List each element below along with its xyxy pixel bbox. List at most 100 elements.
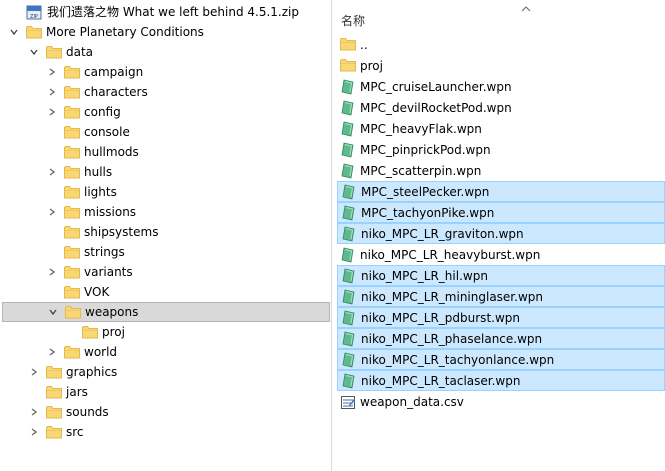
folder-icon (64, 265, 80, 279)
file-list-item[interactable]: niko_MPC_LR_hil.wpn (337, 265, 665, 286)
file-list-pane[interactable]: 名称 .. proj MPC_cruiseLauncher.wpn MPC_devil… (333, 0, 665, 471)
svg-text:ZIP: ZIP (30, 14, 38, 20)
tree-item-more-planetary-conditions[interactable]: More Planetary Conditions (2, 22, 330, 42)
tree-item-world[interactable]: world (2, 342, 330, 362)
file-list-item[interactable]: weapon_data.csv (337, 391, 665, 412)
folder-tree-pane[interactable]: ZIP 我们遗落之物 What we left behind 4.5.1.zip M… (0, 0, 332, 471)
file-list-item[interactable]: niko_MPC_LR_graviton.wpn (337, 223, 665, 244)
file-name: niko_MPC_LR_heavyburst.wpn (360, 247, 541, 262)
tree-item-label: characters (84, 85, 148, 99)
tree-item-label: proj (102, 325, 125, 339)
file-list-item[interactable]: MPC_devilRocketPod.wpn (337, 97, 665, 118)
column-header-name[interactable]: 名称 (341, 13, 365, 29)
tree-item-sounds[interactable]: sounds (2, 402, 330, 422)
file-list-item[interactable]: niko_MPC_LR_taclaser.wpn (337, 370, 665, 391)
tree-item-campaign[interactable]: campaign (2, 62, 330, 82)
tree-item-label: shipsystems (84, 225, 159, 239)
chevron-right-icon[interactable] (28, 426, 40, 438)
wpn-file-icon (341, 373, 357, 389)
file-name: MPC_scatterpin.wpn (360, 163, 482, 178)
tree-item-label: src (66, 425, 84, 439)
wpn-file-icon (340, 163, 356, 179)
tree-item-src[interactable]: src (2, 422, 330, 442)
tree-item-lights[interactable]: lights (2, 182, 330, 202)
wpn-file-icon (340, 247, 356, 263)
folder-list-item[interactable]: .. (337, 34, 665, 55)
chevron-right-icon[interactable] (46, 86, 58, 98)
folder-icon (340, 37, 356, 53)
tree-item-what-we-left-behind-4-5-1-zip[interactable]: ZIP 我们遗落之物 What we left behind 4.5.1.zip (2, 2, 330, 22)
folder-icon (64, 285, 80, 299)
chevron-right-icon[interactable] (46, 206, 58, 218)
file-name: .. (360, 37, 368, 52)
tree-item-label: sounds (66, 405, 109, 419)
file-name: MPC_pinprickPod.wpn (360, 142, 491, 157)
chevron-right-icon[interactable] (46, 106, 58, 118)
folder-icon (64, 225, 80, 239)
folder-icon (26, 25, 42, 39)
folder-icon (64, 85, 80, 99)
wpn-file-icon (341, 310, 357, 326)
tree-item-weapons[interactable]: weapons (2, 302, 330, 322)
tree-item-hullmods[interactable]: hullmods (2, 142, 330, 162)
tree-item-console[interactable]: console (2, 122, 330, 142)
chevron-right-icon[interactable] (46, 266, 58, 278)
tree-item-missions[interactable]: missions (2, 202, 330, 222)
folder-list-item[interactable]: proj (337, 55, 665, 76)
folder-icon (64, 185, 80, 199)
tree-item-data[interactable]: data (2, 42, 330, 62)
chevron-right-icon[interactable] (46, 66, 58, 78)
csv-file-icon (340, 394, 356, 410)
tree-item-label: hullmods (84, 145, 139, 159)
chevron-placeholder (46, 286, 58, 298)
tree-item-characters[interactable]: characters (2, 82, 330, 102)
chevron-right-icon[interactable] (28, 366, 40, 378)
file-list-item[interactable]: MPC_pinprickPod.wpn (337, 139, 665, 160)
file-list-item[interactable]: MPC_steelPecker.wpn (337, 181, 665, 202)
chevron-placeholder (8, 6, 20, 18)
file-list-item[interactable]: niko_MPC_LR_mininglaser.wpn (337, 286, 665, 307)
file-list-item[interactable]: MPC_heavyFlak.wpn (337, 118, 665, 139)
wpn-file-icon (341, 226, 357, 242)
chevron-placeholder (28, 386, 40, 398)
file-list-item[interactable]: niko_MPC_LR_pdburst.wpn (337, 307, 665, 328)
zip-archive-icon: ZIP (26, 4, 42, 20)
file-name: proj (360, 58, 383, 73)
chevron-right-icon[interactable] (46, 166, 58, 178)
tree-item-strings[interactable]: strings (2, 242, 330, 262)
tree-item-label: VOK (84, 285, 110, 299)
file-name: niko_MPC_LR_tachyonlance.wpn (361, 352, 555, 367)
tree-item-label: hulls (84, 165, 113, 179)
file-name: niko_MPC_LR_mininglaser.wpn (361, 289, 543, 304)
chevron-right-icon[interactable] (46, 346, 58, 358)
tree-item-graphics[interactable]: graphics (2, 362, 330, 382)
folder-icon (82, 325, 98, 339)
wpn-file-icon (340, 142, 356, 158)
chevron-right-icon[interactable] (28, 406, 40, 418)
tree-item-config[interactable]: config (2, 102, 330, 122)
wpn-file-icon (340, 100, 356, 116)
tree-item-vok[interactable]: VOK (2, 282, 330, 302)
chevron-placeholder (64, 326, 76, 338)
tree-item-hulls[interactable]: hulls (2, 162, 330, 182)
chevron-down-icon[interactable] (28, 46, 40, 58)
chevron-down-icon[interactable] (47, 306, 59, 318)
tree-item-jars[interactable]: jars (2, 382, 330, 402)
tree-item-variants[interactable]: variants (2, 262, 330, 282)
chevron-placeholder (46, 186, 58, 198)
file-name: niko_MPC_LR_phaselance.wpn (361, 331, 543, 346)
folder-icon (64, 145, 80, 159)
tree-item-label: strings (84, 245, 125, 259)
list-header: 名称 (333, 0, 665, 30)
folder-icon (46, 385, 62, 399)
tree-item-proj[interactable]: proj (2, 322, 330, 342)
file-list-item[interactable]: MPC_cruiseLauncher.wpn (337, 76, 665, 97)
wpn-file-icon (340, 121, 356, 137)
file-list-item[interactable]: MPC_tachyonPike.wpn (337, 202, 665, 223)
file-list-item[interactable]: niko_MPC_LR_tachyonlance.wpn (337, 349, 665, 370)
file-list-item[interactable]: niko_MPC_LR_phaselance.wpn (337, 328, 665, 349)
file-list-item[interactable]: MPC_scatterpin.wpn (337, 160, 665, 181)
file-list-item[interactable]: niko_MPC_LR_heavyburst.wpn (337, 244, 665, 265)
chevron-down-icon[interactable] (8, 26, 20, 38)
tree-item-shipsystems[interactable]: shipsystems (2, 222, 330, 242)
